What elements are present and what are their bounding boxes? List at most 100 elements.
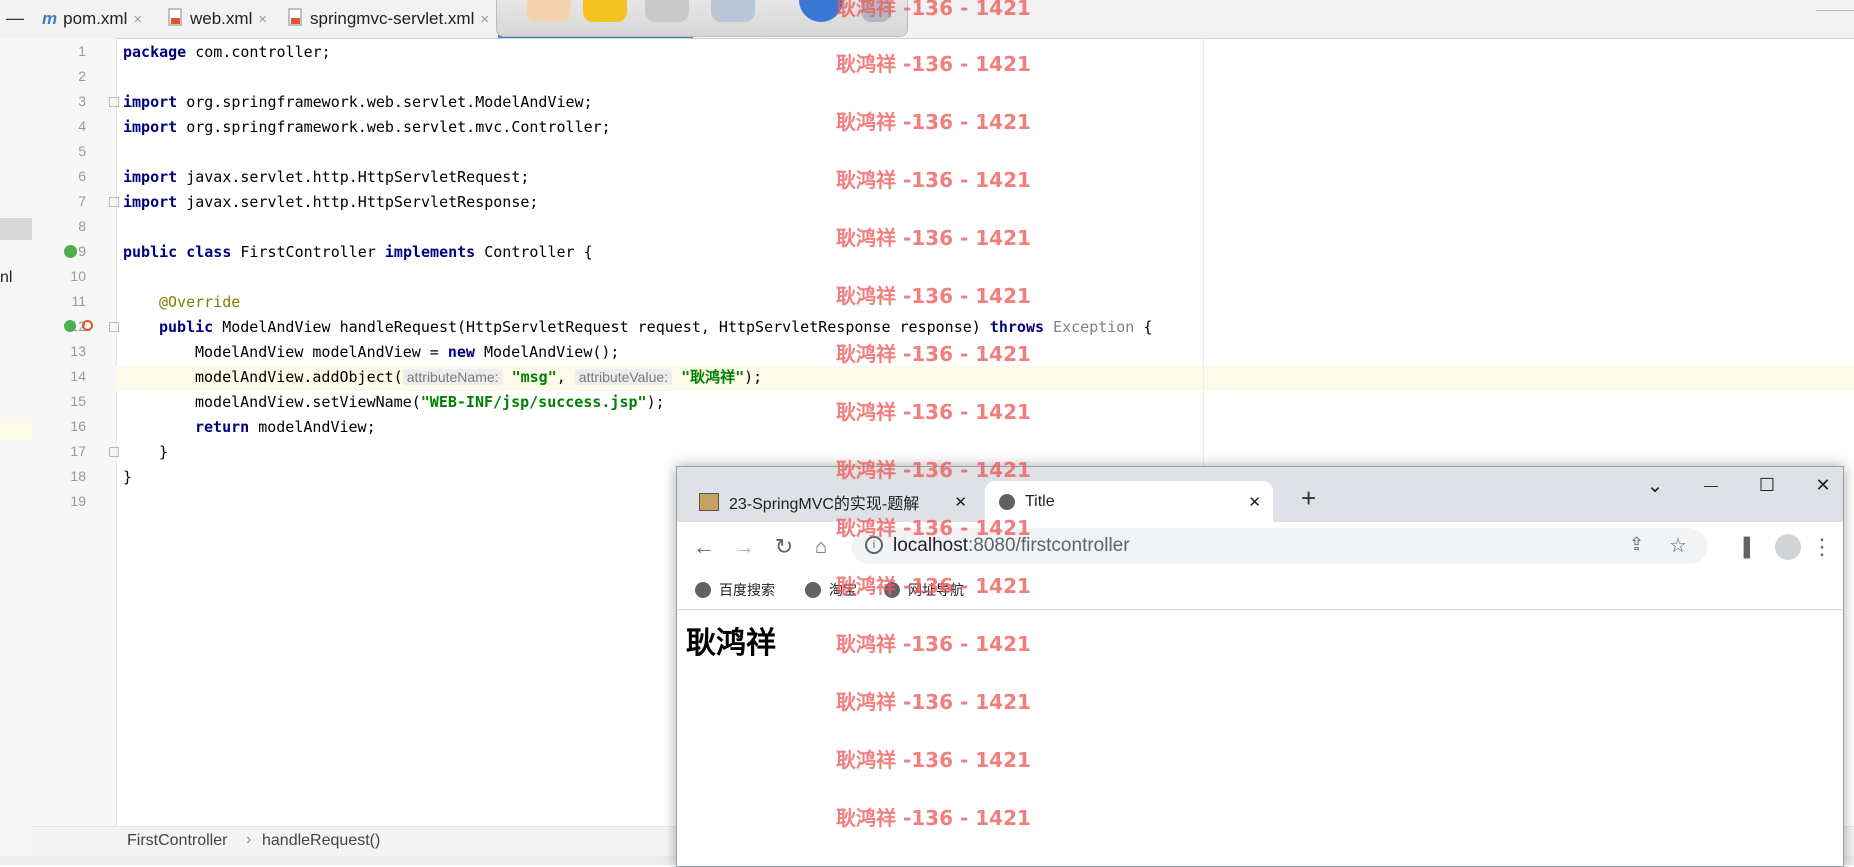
- code-line-14[interactable]: modelAndView.addObject(attributeName: "m…: [195, 365, 762, 390]
- code-line-13[interactable]: ModelAndView modelAndView = new ModelAnd…: [195, 340, 619, 365]
- tab-title: Title: [1025, 492, 1055, 510]
- code-line-16[interactable]: return modelAndView;: [195, 415, 376, 440]
- code-line-12[interactable]: public ModelAndView handleRequest(HttpSe…: [159, 315, 1152, 340]
- close-icon[interactable]: ×: [480, 11, 489, 28]
- tabbar-right-edge: [1816, 0, 1854, 11]
- globe-icon: [999, 493, 1015, 510]
- line-number: 2: [78, 68, 86, 84]
- editor-gutter: 1 2 3 4 5 6 7 8 9 10 11 12 13 14 15 16 1…: [32, 38, 119, 826]
- param-hint: attributeValue:: [574, 369, 673, 385]
- watermark: 耿鸿祥 -136 - 1421: [836, 226, 1031, 250]
- project-item-partial: nl: [0, 269, 13, 286]
- watermark: 耿鸿祥 -136 - 1421: [836, 400, 1031, 424]
- close-icon[interactable]: ×: [133, 11, 142, 28]
- reload-icon[interactable]: ↻: [769, 532, 799, 562]
- tab-label: web.xml: [190, 9, 253, 28]
- breadcrumb-method[interactable]: handleRequest(): [262, 832, 380, 850]
- code-line-7[interactable]: import javax.servlet.http.HttpServletRes…: [123, 190, 538, 215]
- tab-title: 23-SpringMVC的实现-题解: [729, 495, 920, 513]
- watermark: 耿鸿祥 -136 - 1421: [836, 168, 1031, 192]
- tab-label: pom.xml: [63, 9, 128, 28]
- watermark: 耿鸿祥 -136 - 1421: [836, 0, 1031, 20]
- selected-row-marker: [0, 218, 32, 240]
- code-line-3[interactable]: import org.springframework.web.servlet.M…: [123, 90, 593, 115]
- line-number: 3: [78, 93, 86, 109]
- hand-icon[interactable]: [527, 0, 571, 22]
- project-panel-strip: nl: [0, 38, 33, 865]
- profile-avatar-icon[interactable]: [1775, 534, 1801, 560]
- code-line-18[interactable]: }: [123, 465, 132, 490]
- maven-icon: m: [42, 9, 58, 28]
- code-line-11[interactable]: @Override: [159, 290, 240, 315]
- page-heading: 耿鸿祥: [686, 626, 776, 661]
- line-number: 4: [78, 118, 86, 134]
- comment-icon[interactable]: [583, 0, 627, 22]
- fold-marker-icon[interactable]: [109, 97, 119, 107]
- bookmark-item[interactable]: 百度搜索: [695, 580, 775, 600]
- watermark: 耿鸿祥 -136 - 1421: [836, 690, 1031, 714]
- line-number: 10: [70, 268, 86, 284]
- back-icon[interactable]: ←: [689, 532, 719, 562]
- spring-mapping-icon[interactable]: [64, 320, 76, 332]
- code-line-15[interactable]: modelAndView.setViewName("WEB-INF/jsp/su…: [195, 390, 665, 415]
- collapse-icon[interactable]: —: [6, 8, 24, 29]
- line-number: 15: [70, 393, 86, 409]
- tab-web-xml[interactable]: web.xml ×: [168, 0, 267, 38]
- close-window-button[interactable]: ✕: [1795, 467, 1851, 503]
- param-hint: attributeName:: [402, 369, 503, 385]
- maximize-button[interactable]: ☐: [1739, 467, 1795, 503]
- globe-icon: [695, 582, 711, 598]
- code-line-6[interactable]: import javax.servlet.http.HttpServletReq…: [123, 165, 529, 190]
- watermark: 耿鸿祥 -136 - 1421: [836, 110, 1031, 134]
- tab-label: springmvc-servlet.xml: [310, 9, 475, 28]
- tab-pom-xml[interactable]: m pom.xml ×: [42, 0, 142, 38]
- side-panel-icon[interactable]: ▌: [1735, 532, 1765, 562]
- globe-icon: [805, 582, 821, 598]
- override-method-icon[interactable]: [82, 320, 93, 331]
- line-number: 1: [78, 43, 86, 59]
- caret-row-marker: [0, 418, 32, 440]
- code-line-17[interactable]: }: [159, 440, 168, 465]
- watermark: 耿鸿祥 -136 - 1421: [836, 632, 1031, 656]
- watermark: 耿鸿祥 -136 - 1421: [836, 748, 1031, 772]
- forward-icon[interactable]: →: [729, 532, 759, 562]
- fold-marker-icon[interactable]: [109, 447, 119, 457]
- export-icon[interactable]: [645, 0, 689, 22]
- code-line-1[interactable]: package com.controller;: [123, 40, 331, 65]
- close-icon[interactable]: ✕: [1248, 493, 1261, 511]
- bookmark-star-icon[interactable]: ☆: [1669, 533, 1687, 558]
- tab-springmvc-servlet-xml[interactable]: springmvc-servlet.xml ×: [288, 0, 489, 38]
- fold-marker-icon[interactable]: [109, 197, 119, 207]
- zoom-icon[interactable]: [711, 0, 755, 22]
- line-number: 14: [70, 368, 86, 384]
- line-number: 8: [78, 218, 86, 234]
- code-line-4[interactable]: import org.springframework.web.servlet.m…: [123, 115, 611, 140]
- line-number: 13: [70, 343, 86, 359]
- watermark: 耿鸿祥 -136 - 1421: [836, 458, 1031, 482]
- line-number: 18: [70, 468, 86, 484]
- new-tab-button[interactable]: +: [1301, 483, 1316, 514]
- breadcrumb-separator: ›: [246, 831, 252, 848]
- favicon-icon: [699, 492, 719, 511]
- line-number: 6: [78, 168, 86, 184]
- share-icon[interactable]: ⇪: [1629, 534, 1644, 555]
- watermark: 耿鸿祥 -136 - 1421: [836, 516, 1031, 540]
- watermark: 耿鸿祥 -136 - 1421: [836, 806, 1031, 830]
- line-number: 7: [78, 193, 86, 209]
- xml-file-icon: [168, 8, 184, 31]
- watermark: 耿鸿祥 -136 - 1421: [836, 342, 1031, 366]
- home-icon[interactable]: ⌂: [806, 532, 836, 562]
- line-number: 16: [70, 418, 86, 434]
- line-number: 5: [78, 143, 86, 159]
- close-icon[interactable]: ×: [258, 11, 267, 28]
- close-icon[interactable]: ✕: [954, 493, 967, 511]
- fold-marker-icon[interactable]: [109, 322, 119, 332]
- menu-icon[interactable]: ⋮: [1807, 532, 1837, 562]
- minimize-button[interactable]: —: [1683, 467, 1739, 503]
- breadcrumb-class[interactable]: FirstController: [127, 832, 227, 850]
- code-line-9[interactable]: public class FirstController implements …: [123, 240, 593, 265]
- watermark: 耿鸿祥 -136 - 1421: [836, 284, 1031, 308]
- tab-search-icon[interactable]: ⌄: [1627, 467, 1683, 503]
- spring-bean-icon[interactable]: [64, 245, 77, 258]
- xml-file-icon: [288, 8, 304, 31]
